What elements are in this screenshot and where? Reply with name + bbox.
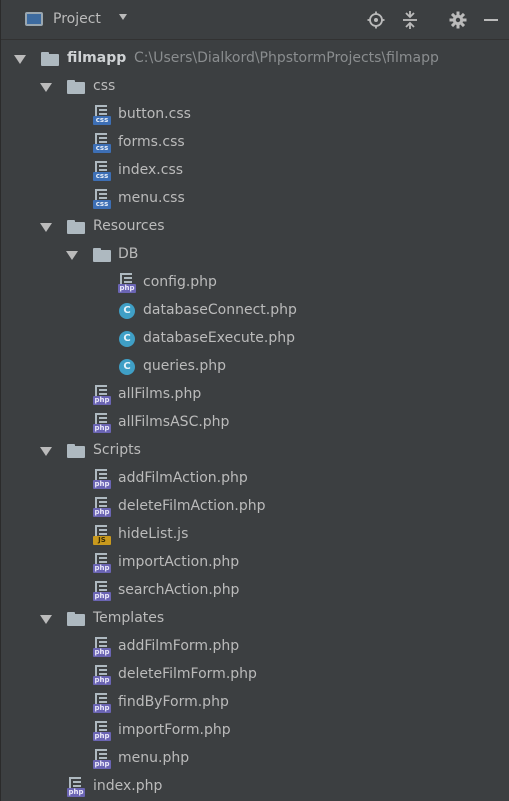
file-label: menu.css (118, 190, 185, 206)
tree-file[interactable]: C databaseConnect.php (1, 297, 509, 325)
folder-label: css (93, 78, 116, 94)
php-file-icon: php (67, 777, 85, 797)
file-label: hideList.js (118, 526, 189, 542)
css-file-icon: css (93, 133, 111, 153)
folder-icon (67, 80, 85, 94)
php-file-icon: php (93, 553, 111, 573)
php-file-icon: php (93, 665, 111, 685)
php-file-icon: php (93, 385, 111, 405)
file-label: deleteFilmForm.php (118, 666, 257, 682)
tree-file[interactable]: php findByForm.php (1, 689, 509, 717)
php-class-icon: C (119, 303, 135, 319)
file-label: databaseConnect.php (143, 302, 297, 318)
folder-label: Scripts (93, 442, 141, 458)
file-label: menu.php (118, 750, 190, 766)
tree-node-templates[interactable]: Templates (1, 605, 509, 633)
php-file-icon: php (93, 637, 111, 657)
php-file-icon: php (118, 273, 136, 293)
js-file-icon: JS (93, 525, 111, 545)
project-toolbar: Project (1, 0, 509, 40)
file-label: queries.php (143, 358, 227, 374)
collapse-all-icon[interactable] (398, 8, 422, 32)
folder-label: DB (118, 246, 139, 262)
folder-icon (93, 248, 111, 262)
tree-file[interactable]: php importAction.php (1, 549, 509, 577)
view-selector-label[interactable]: Project (53, 11, 101, 27)
tree-node-css[interactable]: css (1, 73, 509, 101)
expand-arrow-icon[interactable] (40, 83, 52, 92)
expand-arrow-icon[interactable] (66, 251, 78, 260)
css-file-icon: css (93, 189, 111, 209)
folder-icon (67, 444, 85, 458)
css-file-icon: css (93, 105, 111, 125)
folder-icon (41, 52, 59, 66)
folder-icon (67, 220, 85, 234)
php-file-icon: php (93, 749, 111, 769)
css-file-icon: css (93, 161, 111, 181)
root-path-label: C:\Users\Dialkord\PhpstormProjects\filma… (134, 50, 439, 66)
file-label: index.css (118, 162, 184, 178)
dropdown-arrow-icon[interactable] (119, 14, 127, 20)
tree-file[interactable]: C queries.php (1, 353, 509, 381)
file-label: importForm.php (118, 722, 231, 738)
php-file-icon: php (93, 413, 111, 433)
tree-file[interactable]: php index.php (1, 773, 509, 801)
file-label: allFilmsASC.php (118, 414, 230, 430)
locate-crosshair-icon[interactable] (364, 8, 388, 32)
folder-icon (67, 612, 85, 626)
php-class-icon: C (119, 331, 135, 347)
php-class-icon: C (119, 359, 135, 375)
tree-file[interactable]: JS hideList.js (1, 521, 509, 549)
file-label: addFilmAction.php (118, 470, 248, 486)
expand-arrow-icon[interactable] (40, 615, 52, 624)
tree-file[interactable]: php allFilmsASC.php (1, 409, 509, 437)
folder-label: Templates (93, 610, 165, 626)
php-file-icon: php (93, 497, 111, 517)
root-folder-label: filmapp (67, 50, 127, 66)
tree-file[interactable]: php addFilmForm.php (1, 633, 509, 661)
tree-file[interactable]: C databaseExecute.php (1, 325, 509, 353)
file-label: importAction.php (118, 554, 240, 570)
file-label: button.css (118, 106, 191, 122)
minimize-icon[interactable] (479, 8, 503, 32)
tree-node-resources[interactable]: Resources (1, 213, 509, 241)
tree-file[interactable]: php config.php (1, 269, 509, 297)
file-label: addFilmForm.php (118, 638, 240, 654)
tree-node-filmapp[interactable]: filmapp C:\Users\Dialkord\PhpstormProjec… (1, 45, 509, 73)
file-label: index.php (93, 778, 163, 794)
project-tool-window: Project filmapp C:\Users\Dialkord\Phpsto… (0, 0, 509, 801)
tree-file[interactable]: php menu.php (1, 745, 509, 773)
tree-file[interactable]: css button.css (1, 101, 509, 129)
tree-file[interactable]: css menu.css (1, 185, 509, 213)
php-file-icon: php (93, 469, 111, 489)
file-label: deleteFilmAction.php (118, 498, 266, 514)
tree-file[interactable]: php deleteFilmForm.php (1, 661, 509, 689)
gear-icon[interactable] (446, 8, 470, 32)
expand-arrow-icon[interactable] (40, 447, 52, 456)
file-label: databaseExecute.php (143, 330, 295, 346)
tree-file[interactable]: css index.css (1, 157, 509, 185)
file-label: searchAction.php (118, 582, 240, 598)
expand-arrow-icon[interactable] (40, 223, 52, 232)
php-file-icon: php (93, 581, 111, 601)
tree-node-scripts[interactable]: Scripts (1, 437, 509, 465)
php-file-icon: php (93, 721, 111, 741)
project-view-icon (25, 12, 43, 26)
file-label: allFilms.php (118, 386, 202, 402)
php-file-icon: php (93, 693, 111, 713)
tree-node-db[interactable]: DB (1, 241, 509, 269)
folder-label: Resources (93, 218, 165, 234)
tree-file[interactable]: php allFilms.php (1, 381, 509, 409)
expand-arrow-icon[interactable] (14, 55, 26, 64)
tree-file[interactable]: css forms.css (1, 129, 509, 157)
tree-file[interactable]: php deleteFilmAction.php (1, 493, 509, 521)
tree-file[interactable]: php searchAction.php (1, 577, 509, 605)
file-label: findByForm.php (118, 694, 229, 710)
tree-file[interactable]: php importForm.php (1, 717, 509, 745)
file-label: config.php (143, 274, 217, 290)
file-label: forms.css (118, 134, 185, 150)
tree-file[interactable]: php addFilmAction.php (1, 465, 509, 493)
